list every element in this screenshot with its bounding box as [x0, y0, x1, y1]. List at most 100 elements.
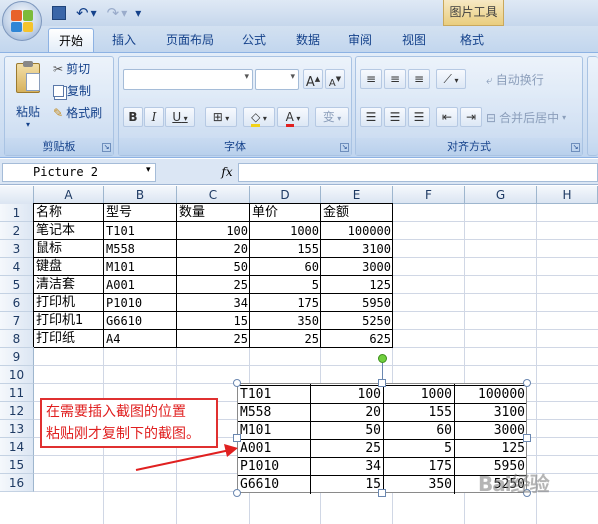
row-header-13[interactable]: 13 [0, 420, 34, 438]
redo-icon[interactable]: ↷ [107, 4, 120, 22]
row-header-14[interactable]: 14 [0, 438, 34, 456]
row-header-5[interactable]: 5 [0, 276, 34, 294]
table-cell[interactable]: M558 [104, 240, 177, 258]
font-name-combobox[interactable]: ▾ [123, 69, 253, 90]
table-cell[interactable]: 625 [321, 330, 393, 348]
font-color-button[interactable]: A ▾ [277, 107, 309, 127]
table-cell[interactable]: 5 [250, 276, 321, 294]
paste-button[interactable]: 粘贴 ▾ [9, 61, 47, 133]
redo-dropdown-icon[interactable]: ▾ [121, 6, 127, 20]
resize-handle[interactable] [523, 379, 531, 387]
table-cell[interactable]: 鼠标 [34, 240, 104, 258]
undo-icon[interactable]: ↶ [76, 4, 89, 22]
column-header-h[interactable]: H [537, 186, 598, 204]
table-cell[interactable]: 5250 [321, 312, 393, 330]
select-all-corner[interactable] [0, 186, 34, 204]
name-box[interactable]: Picture 2 [2, 163, 156, 182]
table-cell[interactable]: 3100 [321, 240, 393, 258]
resize-handle[interactable] [378, 379, 386, 387]
table-cell[interactable]: 键盘 [34, 258, 104, 276]
table-cell[interactable]: 打印纸 [34, 330, 104, 348]
table-cell[interactable]: 350 [250, 312, 321, 330]
shrink-font-button[interactable]: A▼ [325, 69, 345, 89]
table-cell[interactable]: 100000 [321, 222, 393, 240]
row-header-12[interactable]: 12 [0, 402, 34, 420]
font-name-dropdown-icon[interactable]: ▾ [244, 72, 249, 82]
resize-handle[interactable] [378, 489, 386, 497]
underline-button[interactable]: U ▾ [165, 107, 195, 127]
table-cell[interactable]: 100 [177, 222, 250, 240]
align-bottom-icon[interactable]: ≡ [408, 69, 430, 89]
table-cell[interactable]: 60 [250, 258, 321, 276]
column-header-c[interactable]: C [177, 186, 250, 204]
tab-insert[interactable]: 插入 [104, 28, 144, 52]
borders-button[interactable]: ⊞ ▾ [205, 107, 237, 127]
table-cell[interactable]: 34 [177, 294, 250, 312]
table-cell[interactable]: 3000 [321, 258, 393, 276]
table-cell[interactable]: 15 [177, 312, 250, 330]
table-cell[interactable]: 155 [250, 240, 321, 258]
save-icon[interactable] [52, 6, 66, 20]
clipboard-launcher-icon[interactable]: ↘ [102, 143, 111, 152]
table-cell[interactable]: 5950 [321, 294, 393, 312]
formula-input[interactable] [238, 163, 598, 182]
column-header-g[interactable]: G [465, 186, 537, 204]
column-header-e[interactable]: E [321, 186, 393, 204]
table-cell[interactable]: 25 [250, 330, 321, 348]
row-header-10[interactable]: 10 [0, 366, 34, 384]
row-header-9[interactable]: 9 [0, 348, 34, 366]
phonetic-button[interactable]: 变 ▾ [315, 107, 349, 127]
orientation-icon[interactable]: ⟋ ▾ [436, 69, 466, 89]
italic-button[interactable]: I [144, 107, 164, 127]
merge-center-button[interactable]: ⊟ 合并后居中 ▾ [486, 108, 566, 128]
table-header-cell[interactable]: 数量 [177, 204, 250, 222]
column-header-a[interactable]: A [34, 186, 104, 204]
row-header-6[interactable]: 6 [0, 294, 34, 312]
column-header-f[interactable]: F [393, 186, 465, 204]
increase-indent-icon[interactable]: ⇥ [460, 107, 482, 127]
table-cell[interactable]: 清洁套 [34, 276, 104, 294]
grow-font-button[interactable]: A▲ [303, 69, 323, 90]
format-painter-button[interactable]: ✎ 格式刷 [53, 103, 102, 123]
table-cell[interactable]: M101 [104, 258, 177, 276]
insert-function-icon[interactable]: fx [216, 163, 238, 182]
table-cell[interactable]: P1010 [104, 294, 177, 312]
font-size-dropdown-icon[interactable]: ▾ [290, 72, 295, 82]
row-header-15[interactable]: 15 [0, 456, 34, 474]
table-header-cell[interactable]: 型号 [104, 204, 177, 222]
align-center-icon[interactable]: ☰ [384, 107, 406, 127]
align-middle-icon[interactable]: ≡ [384, 69, 406, 89]
table-cell[interactable]: 25 [177, 330, 250, 348]
office-button[interactable] [2, 1, 42, 41]
decrease-indent-icon[interactable]: ⇤ [436, 107, 458, 127]
undo-dropdown-icon[interactable]: ▾ [91, 6, 97, 20]
table-header-cell[interactable]: 金额 [321, 204, 393, 222]
fill-color-button[interactable]: ◇ ▾ [243, 107, 275, 127]
row-header-4[interactable]: 4 [0, 258, 34, 276]
tab-format[interactable]: 格式 [452, 28, 492, 52]
bold-button[interactable]: B [123, 107, 143, 127]
row-header-3[interactable]: 3 [0, 240, 34, 258]
name-box-dropdown-icon[interactable]: ▾ [146, 165, 151, 175]
table-cell[interactable]: G6610 [104, 312, 177, 330]
table-cell[interactable]: 打印机 [34, 294, 104, 312]
cut-button[interactable]: ✂ 剪切 [53, 59, 90, 79]
row-header-1[interactable]: 1 [0, 204, 34, 222]
tab-review[interactable]: 审阅 [340, 28, 380, 52]
table-cell[interactable]: 175 [250, 294, 321, 312]
align-left-icon[interactable]: ☰ [360, 107, 382, 127]
rotate-handle[interactable] [378, 354, 387, 363]
column-header-b[interactable]: B [104, 186, 177, 204]
table-cell[interactable]: A001 [104, 276, 177, 294]
tab-data[interactable]: 数据 [288, 28, 328, 52]
resize-handle[interactable] [523, 434, 531, 442]
table-cell[interactable]: A4 [104, 330, 177, 348]
copy-button[interactable]: 复制 [53, 81, 91, 101]
resize-handle[interactable] [233, 379, 241, 387]
row-header-16[interactable]: 16 [0, 474, 34, 492]
row-header-8[interactable]: 8 [0, 330, 34, 348]
align-right-icon[interactable]: ☰ [408, 107, 430, 127]
align-top-icon[interactable]: ≡ [360, 69, 382, 89]
tab-view[interactable]: 视图 [394, 28, 434, 52]
table-cell[interactable]: 笔记本 [34, 222, 104, 240]
